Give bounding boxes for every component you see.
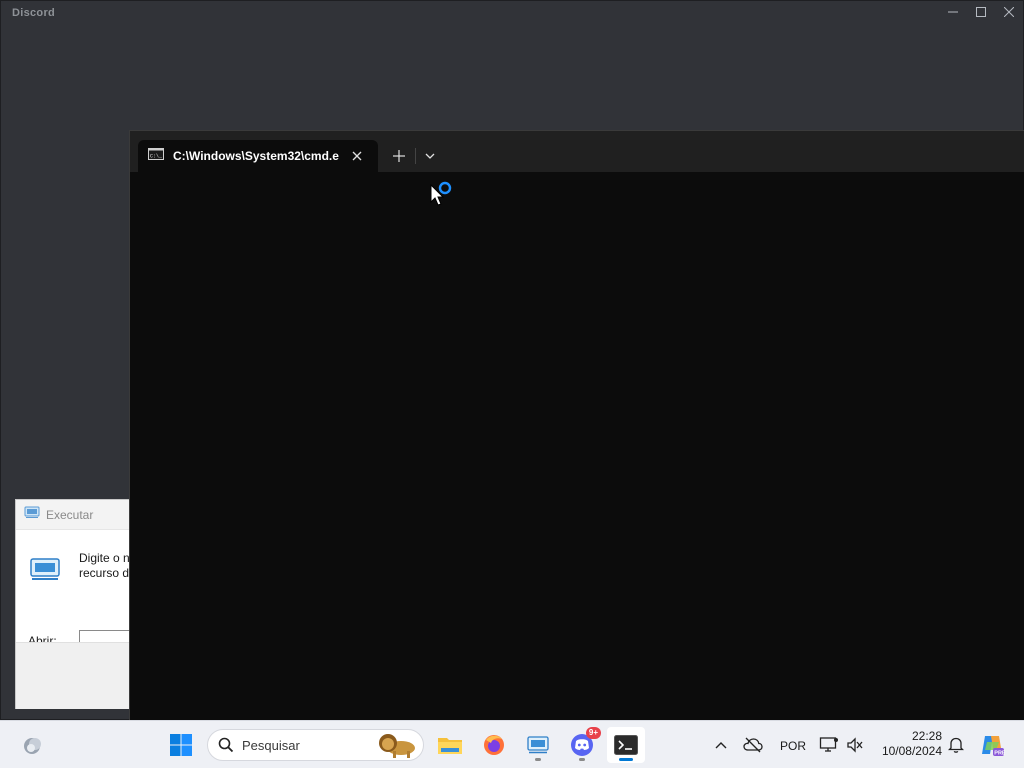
run-dialog-titlebar: Executar bbox=[16, 500, 144, 530]
widgets-button[interactable] bbox=[13, 727, 51, 763]
bell-icon bbox=[948, 737, 964, 753]
input-language[interactable]: POR bbox=[780, 739, 806, 753]
taskbar-terminal[interactable] bbox=[607, 727, 645, 763]
cloud-offline-icon bbox=[743, 737, 763, 753]
speaker-muted-icon bbox=[847, 737, 863, 753]
taskbar-clock[interactable]: 22:28 10/08/2024 bbox=[874, 729, 942, 759]
chevron-up-icon bbox=[715, 742, 727, 749]
show-hidden-icons-button[interactable] bbox=[706, 727, 736, 763]
firefox-icon bbox=[484, 735, 504, 755]
taskbar-search-box[interactable]: Pesquisar bbox=[207, 729, 424, 761]
clock-time: 22:28 bbox=[911, 729, 942, 743]
network-monitor-icon bbox=[819, 737, 838, 752]
start-button[interactable] bbox=[162, 727, 200, 763]
profile-dropdown-button[interactable] bbox=[418, 144, 442, 168]
copilot-button[interactable]: PRE bbox=[973, 727, 1011, 763]
close-tab-icon[interactable] bbox=[345, 144, 369, 168]
terminal-tab-title: C:\Windows\System32\cmd.e bbox=[173, 149, 339, 163]
discord-notification-badge: 9+ bbox=[585, 727, 601, 739]
running-indicator bbox=[579, 758, 585, 761]
terminal-tabbar: C:\_ C:\Windows\System32\cmd.e bbox=[130, 131, 1024, 172]
run-large-icon bbox=[29, 555, 61, 588]
run-dialog: Executar Digite o n recurso d Abrir: bbox=[15, 499, 149, 709]
copilot-icon: PRE bbox=[982, 736, 1005, 757]
weather-icon bbox=[24, 738, 41, 754]
close-button[interactable] bbox=[995, 1, 1023, 23]
tab-separator bbox=[415, 148, 416, 164]
minimize-button[interactable] bbox=[939, 1, 967, 23]
search-icon bbox=[218, 737, 234, 753]
run-dialog-footer bbox=[16, 642, 146, 709]
svg-text:PRE: PRE bbox=[994, 751, 1005, 757]
active-indicator bbox=[619, 758, 633, 761]
taskbar: Pesquisar 9+ POR 22:28 10/08/2024 PRE bbox=[0, 720, 1024, 768]
onedrive-status-button[interactable] bbox=[738, 727, 768, 763]
chevron-down-icon bbox=[425, 153, 435, 159]
terminal-tab[interactable]: C:\_ C:\Windows\System32\cmd.e bbox=[138, 140, 378, 172]
file-explorer-icon bbox=[438, 738, 462, 754]
new-tab-button[interactable] bbox=[386, 144, 412, 168]
discord-window-controls bbox=[939, 1, 1023, 23]
search-placeholder: Pesquisar bbox=[242, 737, 300, 753]
plus-icon bbox=[393, 150, 405, 162]
busy-cursor-icon bbox=[430, 180, 454, 213]
taskbar-run[interactable] bbox=[519, 727, 557, 763]
run-dialog-title: Executar bbox=[46, 507, 94, 522]
terminal-icon bbox=[614, 735, 638, 755]
taskbar-file-explorer[interactable] bbox=[431, 727, 469, 763]
clock-date: 10/08/2024 bbox=[881, 744, 942, 758]
maximize-button[interactable] bbox=[967, 1, 995, 23]
taskbar-firefox[interactable] bbox=[475, 727, 513, 763]
run-icon bbox=[24, 505, 40, 524]
svg-text:C:\_: C:\_ bbox=[150, 154, 163, 160]
run-icon bbox=[527, 736, 549, 754]
notifications-button[interactable] bbox=[942, 727, 970, 763]
cmd-icon: C:\_ bbox=[148, 147, 164, 165]
running-indicator bbox=[535, 758, 541, 761]
search-highlight-lion-icon bbox=[375, 732, 419, 763]
discord-title: Discord bbox=[12, 7, 56, 19]
terminal-content[interactable] bbox=[130, 172, 1024, 721]
run-dialog-body: Digite o n recurso d Abrir: bbox=[16, 530, 149, 652]
terminal-window: C:\_ C:\Windows\System32\cmd.e bbox=[129, 130, 1024, 721]
windows-start-icon bbox=[170, 734, 192, 756]
taskbar-discord[interactable]: 9+ bbox=[563, 727, 601, 763]
volume-button[interactable] bbox=[840, 727, 870, 763]
